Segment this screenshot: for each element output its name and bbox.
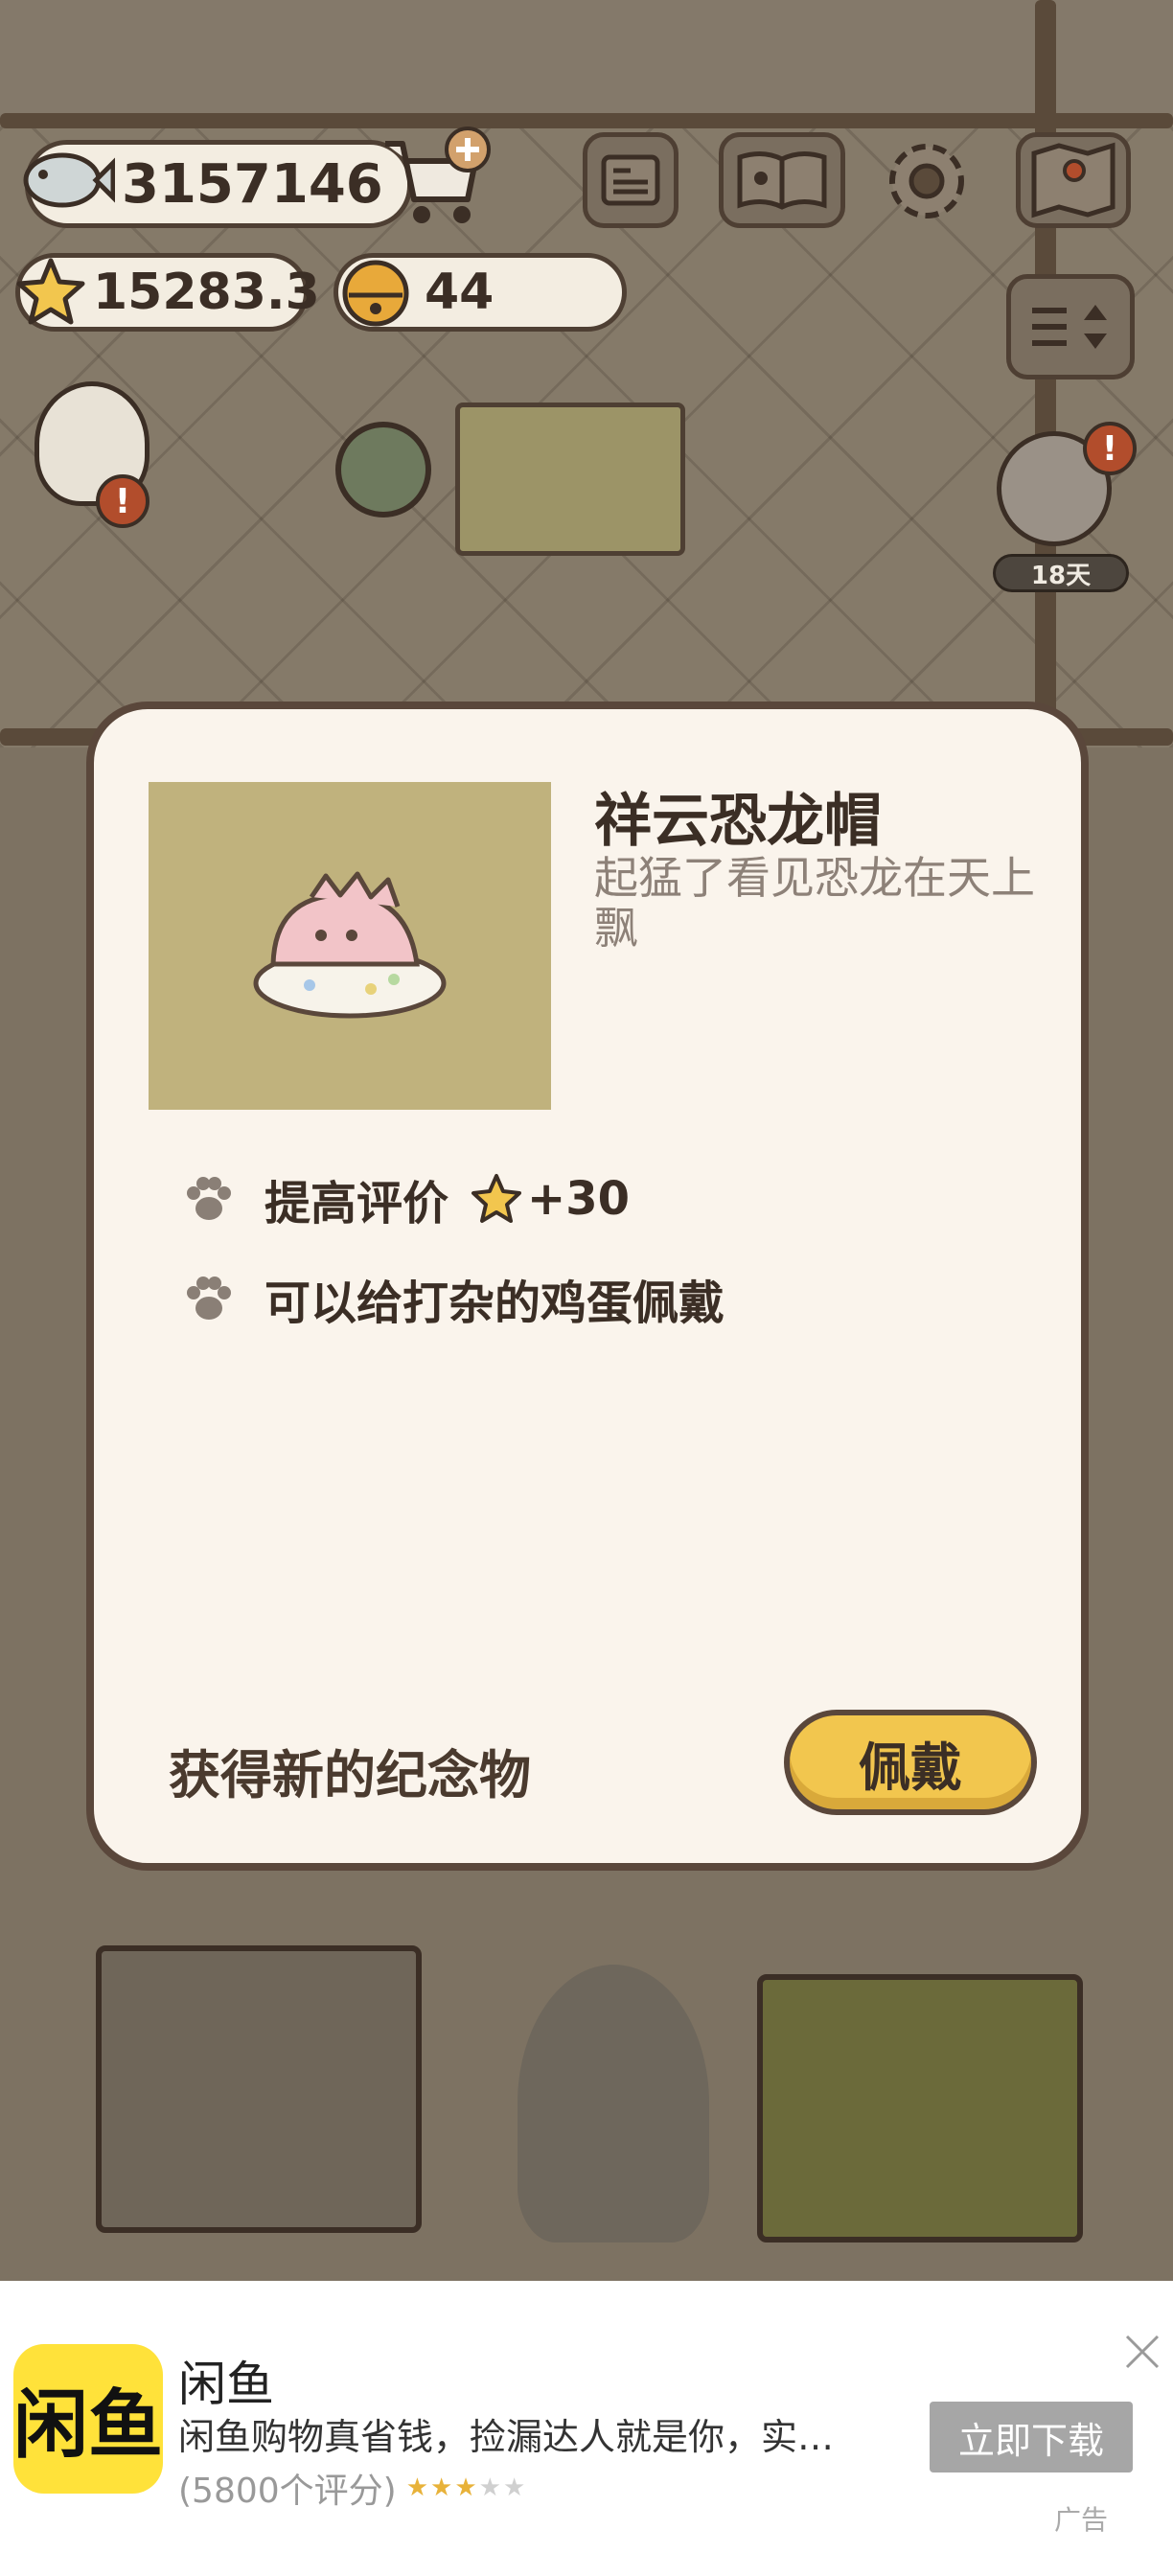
star-icon — [13, 255, 88, 330]
map-icon[interactable] — [1016, 132, 1131, 228]
item-title: 祥云恐龙帽 — [594, 788, 882, 855]
close-icon[interactable] — [1121, 2331, 1163, 2373]
alert-badge-icon: ! — [1083, 422, 1137, 475]
wear-button[interactable]: 佩戴 — [784, 1710, 1037, 1815]
ad-rating-count: (5800个评分) — [178, 2472, 397, 2511]
effect-row-wearable: 可以给打杂的鸡蛋佩戴 — [180, 1265, 724, 1332]
new-souvenir-label: 获得新的纪念物 — [169, 1745, 531, 1806]
bell-currency-value: 44 — [425, 264, 494, 321]
effect-row-rating: 提高评价 +30 — [180, 1165, 630, 1232]
ad-app-logo[interactable]: 闲鱼 — [13, 2344, 163, 2494]
gear-icon[interactable] — [878, 132, 976, 230]
newspaper-icon[interactable] — [583, 132, 678, 228]
ad-rating: (5800个评分) ★★★★★ — [178, 2463, 527, 2513]
fox-cat-character[interactable] — [518, 1965, 709, 2242]
ad-app-name[interactable]: 闲鱼 — [178, 2346, 274, 2415]
ceiling-beam — [0, 113, 1173, 128]
fruit-stand[interactable] — [757, 1974, 1083, 2242]
effect-bonus: +30 — [527, 1172, 631, 1226]
shop-cart-plus-icon[interactable] — [376, 125, 491, 230]
item-description: 起猛了看见恐龙在天上飘 — [594, 852, 1035, 954]
fish-currency-value: 3157146 — [122, 152, 383, 216]
paw-book-icon[interactable] — [719, 132, 845, 228]
ad-download-button[interactable]: 立即下载 — [930, 2402, 1133, 2472]
effect-text: 可以给打杂的鸡蛋佩戴 — [264, 1276, 725, 1330]
fish-icon — [19, 142, 116, 218]
sort-toggle-icon[interactable] — [1006, 274, 1135, 380]
paw-icon — [187, 1177, 231, 1220]
calendar-days: 18天 — [993, 554, 1129, 592]
sushi-counter[interactable] — [96, 1945, 422, 2233]
item-preview — [149, 782, 551, 1110]
effect-text: 提高评价 — [264, 1177, 449, 1230]
bell-icon — [335, 251, 416, 332]
ad-description: 闲鱼购物真省钱，捡漏达人就是你，实惠… — [178, 2416, 868, 2458]
ad-label: 广告 — [1054, 2504, 1109, 2536]
star-rating-value: 15283.3 — [93, 264, 320, 321]
paw-icon — [187, 1276, 231, 1320]
bulletin-board[interactable] — [455, 402, 685, 556]
ad-rating-stars: ★★★★★ — [405, 2473, 528, 2502]
alert-badge-icon: ! — [96, 474, 150, 528]
star-icon — [472, 1174, 522, 1223]
clock-icon[interactable] — [335, 422, 431, 518]
dinosaur-cloud-hat-icon — [253, 871, 447, 1019]
